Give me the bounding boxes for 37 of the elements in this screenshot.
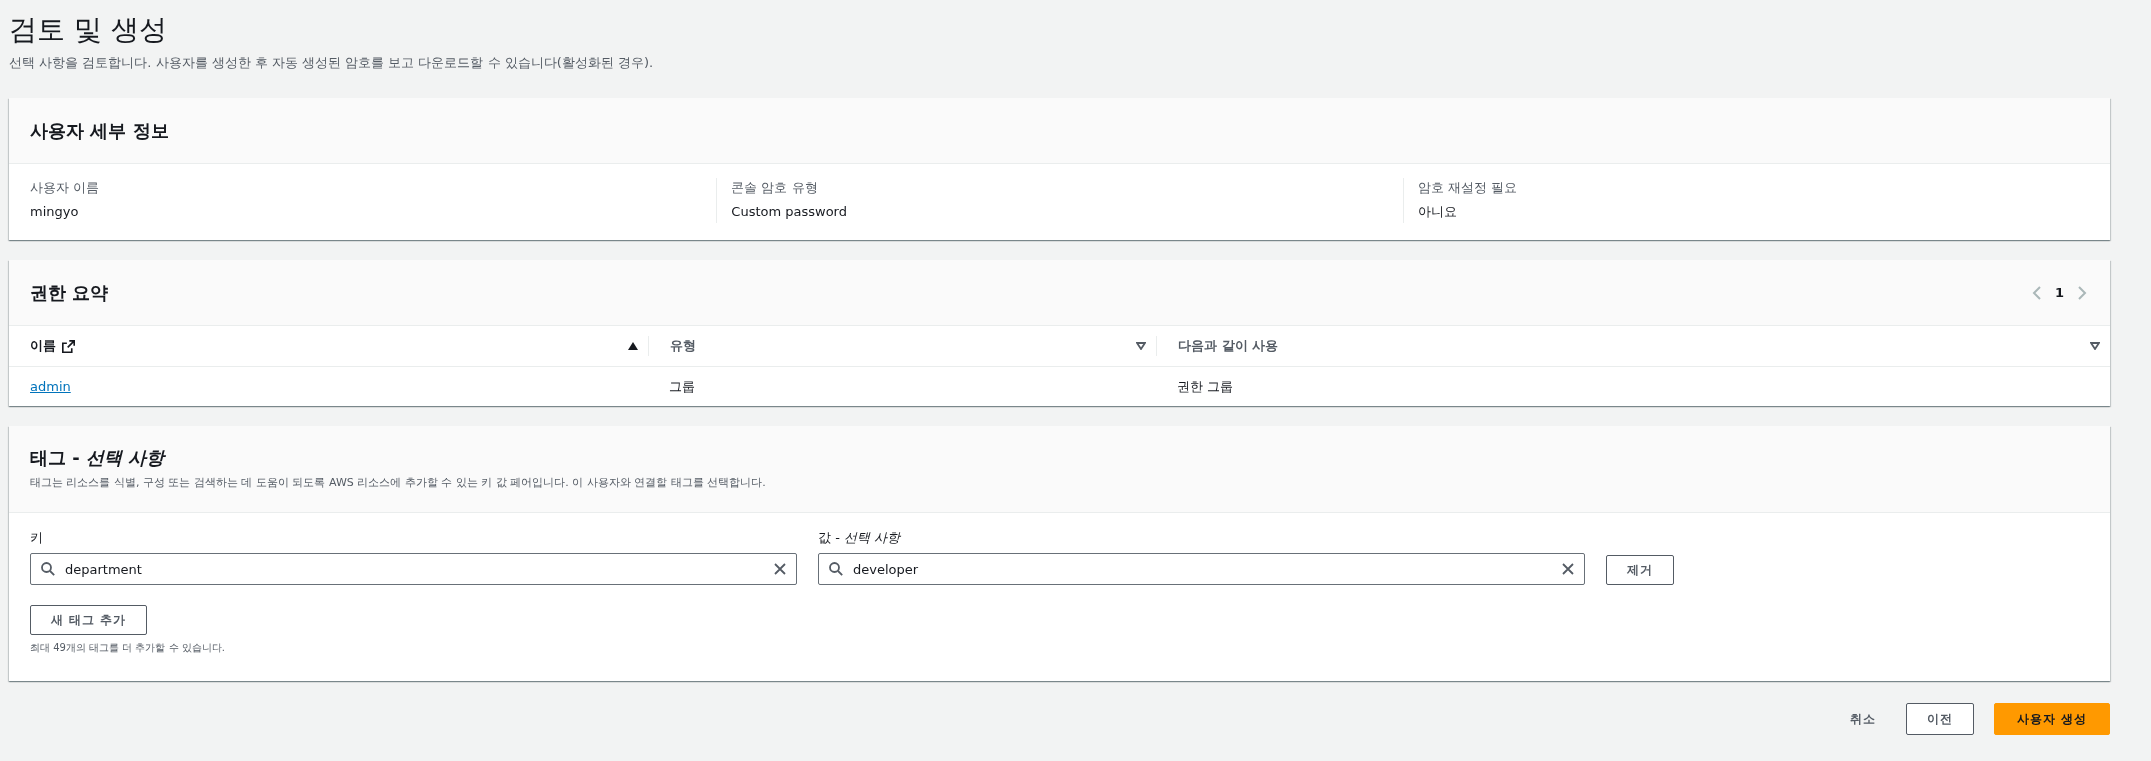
page-description: 선택 사항을 검토합니다. 사용자를 생성한 후 자동 생성된 암호를 보고 다운로드할 수 있습니다(활성화된 경우). xyxy=(9,54,655,72)
tag-limit-note: 최대 49개의 태그를 더 추가할 수 있습니다. xyxy=(30,641,226,655)
external-link-icon[interactable] xyxy=(62,339,75,353)
cancel-button[interactable]: 취소 xyxy=(1839,703,1886,735)
section-title: 사용자 세부 정보 xyxy=(30,118,169,143)
field-label: 콘솔 암호 유형 xyxy=(731,179,819,197)
section-title: 권한 요약 xyxy=(30,280,109,305)
table-cell: 권한 그룹 xyxy=(1177,378,1234,394)
column-header[interactable]: 유형 xyxy=(669,337,696,355)
search-icon xyxy=(829,562,843,576)
section-description: 태그는 리소스를 식별, 구성 또는 검색하는 데 도움이 되도록 AWS 리소스에 추가할 수 있는 키 값 페어입니다. 이 사용자와 연결할 태그를 선택합니다. xyxy=(30,475,767,490)
key-label: 키 xyxy=(30,529,44,547)
add-tag-button[interactable]: 새 태그 추가 xyxy=(30,605,148,635)
page-title: 검토 및 생성 xyxy=(9,12,168,48)
page-number[interactable]: 1 xyxy=(2054,285,2064,300)
search-icon xyxy=(41,562,55,576)
group-link[interactable]: admin xyxy=(30,379,71,394)
column-header[interactable]: 이름 xyxy=(30,337,56,355)
value-label: 값 - 선택 사항 xyxy=(818,529,902,547)
field-label: 사용자 이름 xyxy=(30,179,101,197)
sort-ascending-icon[interactable] xyxy=(627,342,638,350)
section-title: 태그 - 선택 사항 xyxy=(30,446,167,470)
sort-icon[interactable] xyxy=(2090,342,2100,350)
sort-icon[interactable] xyxy=(1136,342,1147,350)
clear-icon[interactable] xyxy=(1562,563,1574,575)
field-value: Custom password xyxy=(731,203,848,221)
field-value: mingyo xyxy=(30,203,80,221)
value-input-field[interactable]: developer xyxy=(818,553,1585,585)
table-cell: 그룹 xyxy=(668,378,695,394)
column-header[interactable]: 다음과 같이 사용 xyxy=(1178,337,1279,355)
field-label: 암호 재설정 필요 xyxy=(1417,179,1518,197)
previous-button[interactable]: 이전 xyxy=(1905,703,1974,735)
create-user-button[interactable]: 사용자 생성 xyxy=(1993,703,2110,735)
key-input-field[interactable]: department xyxy=(30,553,797,585)
remove-button[interactable]: 제거 xyxy=(1606,555,1674,585)
clear-icon[interactable] xyxy=(774,563,786,575)
field-value: 아니요 xyxy=(1417,203,1458,221)
